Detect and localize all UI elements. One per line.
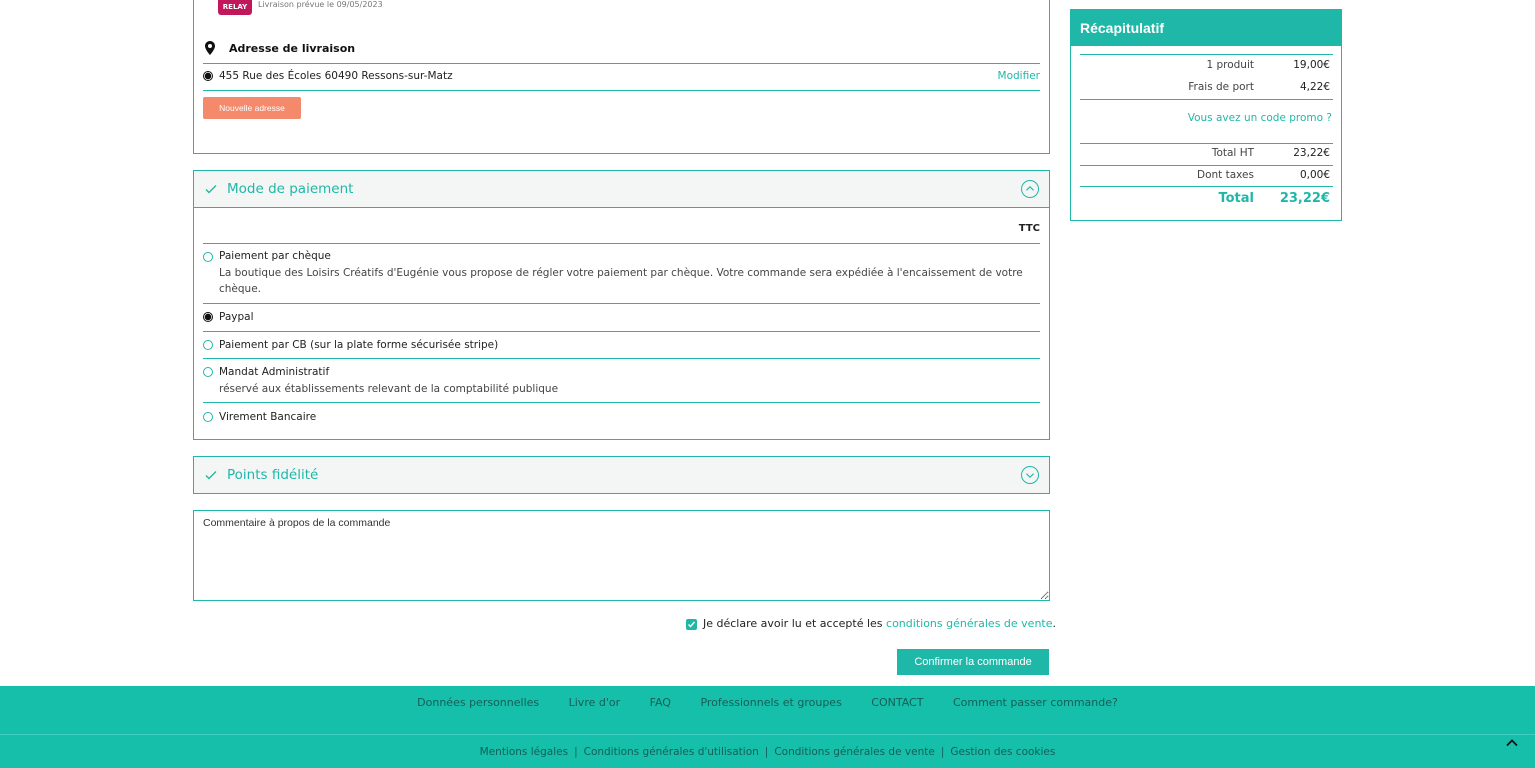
check-icon xyxy=(205,471,217,480)
promo-code-link[interactable]: Vous avez un code promo ? xyxy=(1188,112,1332,124)
divider xyxy=(203,331,1040,332)
divider xyxy=(203,243,1040,244)
shipping-value: 4,22€ xyxy=(1299,81,1330,93)
payment-accordion-header[interactable]: Mode de paiement xyxy=(194,171,1049,208)
loyalty-points-panel[interactable]: Points fidélité xyxy=(193,456,1050,494)
confirm-order-button[interactable]: Confirmer la commande xyxy=(897,649,1049,675)
payment-radio-cb[interactable] xyxy=(203,340,213,350)
payment-option-desc: réservé aux établissements relevant de l… xyxy=(219,383,559,395)
check-icon xyxy=(205,185,217,194)
divider xyxy=(1080,54,1333,55)
footer-divider xyxy=(0,734,1535,735)
taxes-label: Dont taxes xyxy=(1197,169,1254,181)
taxes-value: 0,00€ xyxy=(1299,169,1330,181)
footer-link-contact[interactable]: CONTACT xyxy=(871,696,923,709)
footer-link-legal-notice[interactable]: Mentions légales xyxy=(480,746,568,758)
divider xyxy=(1080,165,1333,166)
total-label: Total xyxy=(1218,191,1254,206)
total-ht-value: 23,22€ xyxy=(1293,147,1330,159)
payment-radio-paypal[interactable] xyxy=(203,312,213,322)
loyalty-accordion-header[interactable]: Points fidélité xyxy=(194,457,1049,493)
divider xyxy=(203,90,1040,91)
products-value: 19,00€ xyxy=(1293,59,1330,71)
footer-legal: Mentions légales | Conditions générales d'… xyxy=(479,746,1056,758)
footer-link-personal-data[interactable]: Données personnelles xyxy=(417,696,539,709)
footer-link-how-to-order[interactable]: Comment passer commande? xyxy=(953,696,1118,709)
payment-option-label: Mandat Administratif xyxy=(219,366,330,378)
payment-radio-mandat[interactable] xyxy=(203,367,213,377)
shipping-label: Frais de port xyxy=(1188,81,1254,93)
footer-link-guestbook[interactable]: Livre d'or xyxy=(569,696,621,709)
payment-method-panel: Mode de paiement xyxy=(193,170,1050,440)
payment-option-label: Paiement par chèque xyxy=(219,250,331,262)
summary-header: Récapitulatif xyxy=(1071,10,1341,46)
divider xyxy=(203,303,1040,304)
loyalty-title: Points fidélité xyxy=(227,467,319,483)
chevron-up-icon[interactable] xyxy=(1021,180,1039,198)
footer-link-faq[interactable]: FAQ xyxy=(650,696,671,709)
terms-link[interactable]: conditions générales de vente xyxy=(886,617,1052,630)
payment-option-label: Paiement par CB (sur la plate forme sécu… xyxy=(219,339,499,351)
terms-suffix: . xyxy=(1052,617,1057,630)
footer-link-terms-sale[interactable]: Conditions générales de vente xyxy=(774,746,934,758)
delivery-date: Livraison prévue le 09/05/2023 xyxy=(258,0,383,9)
footer-link-terms-use[interactable]: Conditions générales d'utilisation xyxy=(584,746,759,758)
payment-radio-cheque[interactable] xyxy=(203,252,213,262)
order-comment-input[interactable] xyxy=(193,510,1050,601)
payment-option-label: Virement Bancaire xyxy=(219,411,317,423)
address-title: Adresse de livraison xyxy=(229,42,356,55)
back-to-top-icon[interactable] xyxy=(1505,736,1519,750)
divider xyxy=(203,63,1040,64)
terms-text: Je déclare avoir lu et accepté les condi… xyxy=(703,617,1056,630)
divider xyxy=(1080,143,1333,144)
divider xyxy=(203,358,1040,359)
total-value: 23,22€ xyxy=(1279,191,1330,206)
products-label: 1 produit xyxy=(1206,59,1254,71)
selected-address: 455 Rue des Écoles 60490 Ressons-sur-Mat… xyxy=(219,70,453,82)
summary-title: Récapitulatif xyxy=(1080,20,1165,36)
payment-option-desc: La boutique des Loisirs Créatifs d'Eugén… xyxy=(219,267,1023,295)
chevron-down-icon[interactable] xyxy=(1021,466,1039,484)
divider xyxy=(1080,186,1333,187)
relay-logo: RELAY xyxy=(218,0,252,15)
footer-link-cookies[interactable]: Gestion des cookies xyxy=(950,746,1055,758)
footer-link-professionals[interactable]: Professionnels et groupes xyxy=(700,696,841,709)
divider xyxy=(203,402,1040,403)
payment-option-label: Paypal xyxy=(219,311,254,323)
ttc-label: TTC xyxy=(1018,223,1040,234)
map-pin-icon xyxy=(205,41,215,55)
modify-address-link[interactable]: Modifier xyxy=(998,70,1040,82)
footer: Données personnelles Livre d'or FAQ Prof… xyxy=(0,686,1535,768)
order-summary: Récapitulatif 1 produit 19,00€ Frais de … xyxy=(1070,9,1342,221)
divider xyxy=(1080,99,1333,100)
total-ht-label: Total HT xyxy=(1211,147,1254,159)
payment-radio-virement[interactable] xyxy=(203,412,213,422)
footer-nav: Données personnelles Livre d'or FAQ Prof… xyxy=(0,696,1535,709)
terms-prefix: Je déclare avoir lu et accepté les xyxy=(703,617,883,630)
payment-title: Mode de paiement xyxy=(227,181,354,197)
address-radio[interactable] xyxy=(203,71,213,81)
new-address-button[interactable]: Nouvelle adresse xyxy=(203,97,301,119)
terms-checkbox[interactable] xyxy=(686,619,697,630)
